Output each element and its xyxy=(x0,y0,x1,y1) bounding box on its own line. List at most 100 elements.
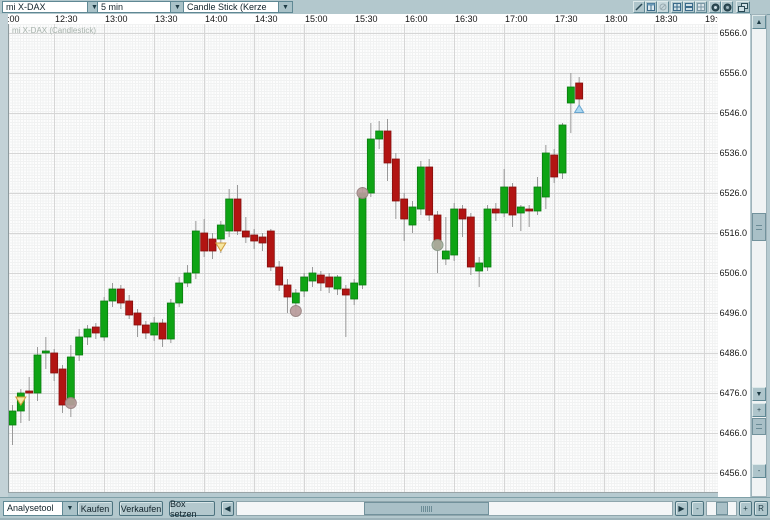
horizontal-zoom-slider-thumb[interactable] xyxy=(716,502,728,515)
indicator-disabled-icon xyxy=(657,1,669,13)
time-axis-label: 16:00 xyxy=(405,14,428,24)
top-toolbar: mi X-DAX ▼ 5 min ▼ Candle Stick (Kerze ▼ xyxy=(0,0,770,15)
price-axis-label: 6506.0 xyxy=(719,268,747,278)
candle xyxy=(83,328,92,338)
candle xyxy=(333,276,342,290)
time-axis-label: 18:00 xyxy=(605,14,628,24)
vertical-zoom-out-button[interactable]: - xyxy=(752,464,766,478)
candle xyxy=(75,336,84,356)
candle xyxy=(150,322,159,336)
trade-marker-circle xyxy=(64,397,77,409)
chart-title: mi X-DAX (Candlestick) xyxy=(12,26,97,35)
candle xyxy=(491,208,500,214)
candle xyxy=(258,236,267,244)
grid-layout-icon[interactable] xyxy=(671,1,683,13)
candle xyxy=(400,198,409,220)
price-axis-label: 6456.0 xyxy=(719,468,747,478)
candle xyxy=(483,208,492,268)
candle xyxy=(283,284,292,298)
draw-line-icon[interactable] xyxy=(633,1,645,13)
candle xyxy=(541,152,550,198)
grid-layout-dim-icon[interactable] xyxy=(695,1,707,13)
split-rows-icon[interactable] xyxy=(683,1,695,13)
data-table-icon[interactable] xyxy=(645,1,657,13)
candle xyxy=(91,326,100,334)
interval-combobox-value[interactable]: 5 min xyxy=(97,1,170,13)
trade-marker-circle xyxy=(431,239,444,251)
candle xyxy=(166,302,175,340)
candle xyxy=(425,166,434,216)
candle xyxy=(9,410,17,426)
sell-button[interactable]: Verkaufen xyxy=(119,501,163,516)
candle xyxy=(216,224,225,240)
candle xyxy=(50,352,59,374)
price-axis-label: 6526.0 xyxy=(719,188,747,198)
price-axis-label: 6466.0 xyxy=(719,428,747,438)
scroll-down-button[interactable]: ▼ xyxy=(752,387,766,401)
candle xyxy=(233,198,242,232)
candle xyxy=(408,206,417,226)
candle xyxy=(225,198,234,232)
candle xyxy=(58,368,67,406)
scroll-left-button[interactable]: ◀ xyxy=(221,501,234,516)
candle xyxy=(125,300,134,316)
symbol-combobox-value[interactable]: mi X-DAX xyxy=(2,1,87,13)
candle xyxy=(550,154,559,178)
candle xyxy=(300,276,309,292)
chart-type-combobox-value[interactable]: Candle Stick (Kerze xyxy=(183,1,278,13)
vertical-zoom-in-button[interactable]: + xyxy=(752,403,766,417)
price-axis-label: 6546.0 xyxy=(719,108,747,118)
candle xyxy=(558,124,567,174)
candle xyxy=(200,232,209,252)
price-axis: 6566.0 6556.0 6546.0 6536.0 6526.0 6516.0 6506… xyxy=(718,14,750,497)
chevron-down-icon[interactable]: ▼ xyxy=(62,501,78,516)
candle xyxy=(191,230,200,274)
candle xyxy=(350,282,359,300)
candle xyxy=(458,208,467,220)
time-axis-label: 14:00 xyxy=(205,14,228,24)
candle xyxy=(241,230,250,238)
analysis-tool-value[interactable]: Analysetool xyxy=(3,501,62,516)
buy-button[interactable]: Kaufen xyxy=(77,501,113,516)
interval-combobox[interactable]: 5 min ▼ xyxy=(97,1,185,13)
trade-marker-circle xyxy=(356,187,369,199)
candle xyxy=(475,262,484,272)
snapshot-1-icon[interactable] xyxy=(709,1,721,13)
scroll-up-button[interactable]: ▲ xyxy=(752,15,766,29)
candle xyxy=(566,86,575,104)
set-box-button[interactable]: Box setzen xyxy=(169,499,215,519)
horizontal-scrollbar-track[interactable] xyxy=(236,501,673,516)
candle xyxy=(533,186,542,212)
reset-button[interactable]: R xyxy=(754,501,768,516)
symbol-combobox[interactable]: mi X-DAX ▼ xyxy=(2,1,102,13)
time-axis-label: 13:00 xyxy=(105,14,128,24)
chart-canvas[interactable] xyxy=(9,24,718,492)
vertical-scrollbar-thumb[interactable] xyxy=(752,213,766,241)
analysis-tool-combobox[interactable]: Analysetool ▼ xyxy=(3,501,78,516)
candle xyxy=(116,288,125,304)
candle xyxy=(208,238,217,252)
scroll-right-button[interactable]: ▶ xyxy=(675,501,688,516)
price-axis-label: 6566.0 xyxy=(719,28,747,38)
cascade-windows-icon[interactable] xyxy=(736,1,750,13)
candlestick-chart[interactable]: mi X-DAX (Candlestick) xyxy=(8,24,719,493)
vertical-zoom-slider-thumb[interactable] xyxy=(752,418,766,435)
price-axis-label: 6476.0 xyxy=(719,388,747,398)
vertical-scroll-rail[interactable]: ▲ ▼ + - xyxy=(751,14,767,497)
candle xyxy=(100,300,109,338)
candle xyxy=(441,250,450,260)
candle xyxy=(308,272,317,282)
candle xyxy=(383,130,392,164)
candle xyxy=(250,234,259,242)
horizontal-zoom-out-button[interactable]: - xyxy=(691,501,704,516)
chevron-down-icon[interactable]: ▼ xyxy=(278,1,293,13)
candle xyxy=(341,288,350,296)
candle xyxy=(575,82,584,100)
time-axis-label: 14:30 xyxy=(255,14,278,24)
chart-type-combobox[interactable]: Candle Stick (Kerze ▼ xyxy=(183,1,293,13)
time-axis-label: 17:00 xyxy=(505,14,528,24)
snapshot-2-icon[interactable] xyxy=(721,1,733,13)
horizontal-zoom-in-button[interactable]: + xyxy=(739,501,752,516)
horizontal-scrollbar-thumb[interactable] xyxy=(364,502,489,515)
horizontal-zoom-slider-track[interactable] xyxy=(706,501,737,516)
